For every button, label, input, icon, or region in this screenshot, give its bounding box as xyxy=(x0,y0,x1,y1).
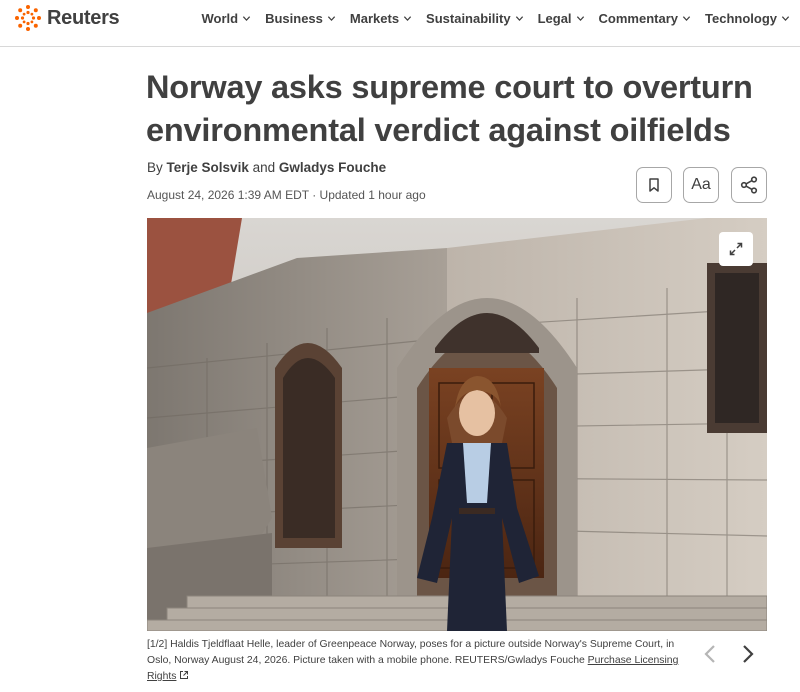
nav-item-technology[interactable]: Technology xyxy=(705,11,790,26)
nav-item-sustainability[interactable]: Sustainability xyxy=(426,11,524,26)
nav-label: Sustainability xyxy=(426,11,511,26)
text-size-label: Aa xyxy=(691,176,711,193)
nav-item-business[interactable]: Business xyxy=(265,11,336,26)
nav-item-legal[interactable]: Legal xyxy=(538,11,585,26)
chevron-right-icon xyxy=(743,645,754,663)
nav-label: World xyxy=(201,11,239,26)
chevron-down-icon xyxy=(576,16,584,22)
chevron-left-icon xyxy=(704,645,715,663)
share-button[interactable] xyxy=(731,167,767,203)
nav-label: Legal xyxy=(537,11,572,26)
external-link-icon xyxy=(180,671,189,679)
main-nav: World Business Markets Sustainability Le… xyxy=(188,11,791,26)
article-headline: Norway asks supreme court to overturn en… xyxy=(146,69,753,148)
byline-and: and xyxy=(252,160,276,175)
nav-label: Commentary xyxy=(598,11,679,26)
nav-item-commentary[interactable]: Commentary xyxy=(599,11,691,26)
reuters-logo-icon xyxy=(15,5,41,31)
nav-item-world[interactable]: World xyxy=(202,11,252,26)
author-link-2[interactable]: Gwladys Fouche xyxy=(279,160,386,175)
text-size-button[interactable]: Aa xyxy=(683,167,719,203)
chevron-down-icon xyxy=(682,16,691,22)
share-icon xyxy=(740,176,758,194)
next-photo-button[interactable] xyxy=(737,643,759,665)
expand-photo-button[interactable] xyxy=(719,232,753,266)
author-link-1[interactable]: Terje Solsvik xyxy=(167,160,249,175)
nav-label: Markets xyxy=(349,11,400,26)
bookmark-button[interactable] xyxy=(636,167,672,203)
bookmark-icon xyxy=(649,178,659,192)
brand-name: Reuters xyxy=(47,6,120,29)
article-dateline: August 24, 2026 1:39 AM EDT · Updated 1 … xyxy=(147,188,426,202)
byline-prefix: By xyxy=(147,160,163,175)
chevron-down-icon xyxy=(403,16,412,22)
reuters-logo[interactable]: Reuters xyxy=(14,4,120,32)
chevron-down-icon xyxy=(327,16,336,22)
nav-label: Business xyxy=(265,11,323,26)
chevron-down-icon xyxy=(781,16,790,22)
supreme-court-photo xyxy=(147,218,767,631)
nav-item-markets[interactable]: Markets xyxy=(350,11,412,26)
article-photo[interactable] xyxy=(147,218,767,631)
previous-photo-button[interactable] xyxy=(699,643,721,665)
site-header: Reuters World Business Markets Sustainab… xyxy=(0,0,800,47)
chevron-down-icon xyxy=(515,16,523,22)
byline: By Terje Solsvik and Gwladys Fouche xyxy=(147,160,386,175)
chevron-down-icon xyxy=(242,16,251,22)
expand-icon xyxy=(729,242,743,256)
nav-label: Technology xyxy=(705,11,777,26)
photo-caption: [1/2] Haldis Tjeldflaat Helle, leader of… xyxy=(147,637,682,685)
